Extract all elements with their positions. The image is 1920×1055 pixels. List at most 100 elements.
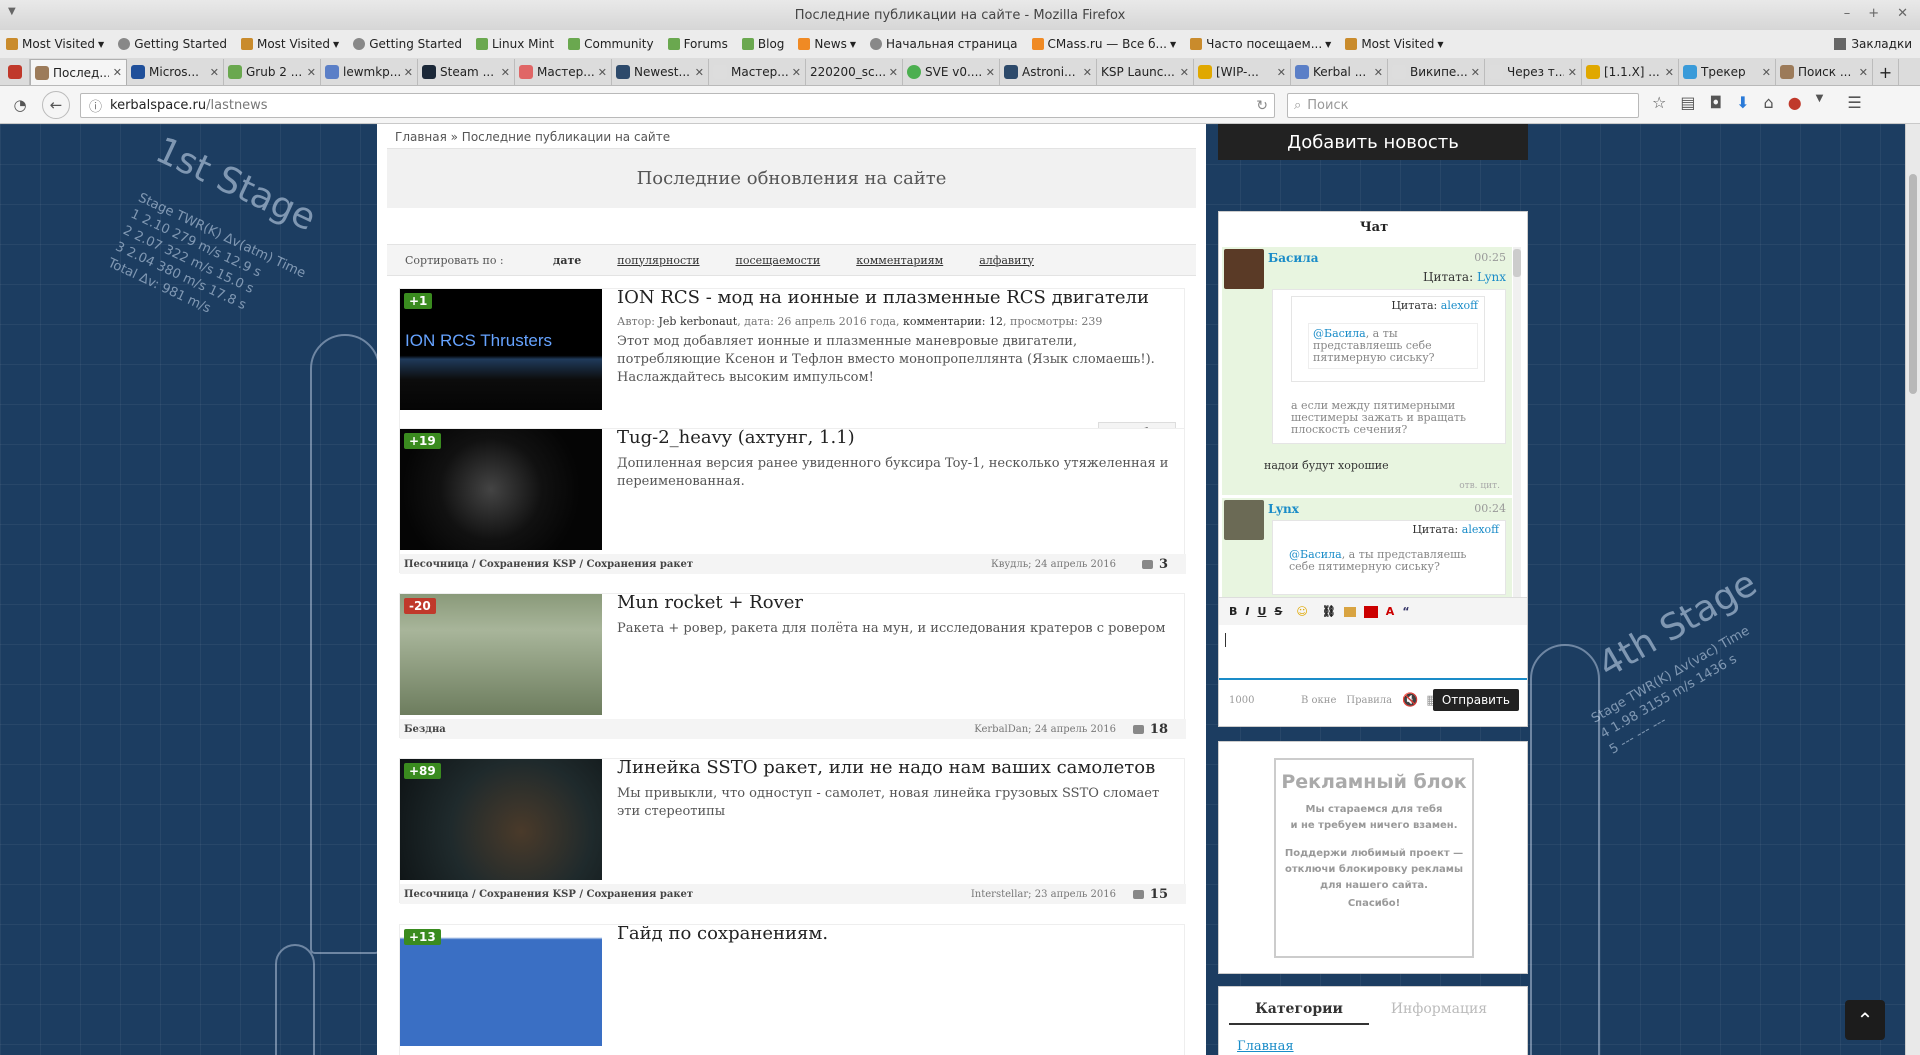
close-tab-icon[interactable]: ✕ bbox=[210, 66, 219, 79]
close-tab-icon[interactable]: ✕ bbox=[307, 66, 316, 79]
link-icon[interactable]: ⛓ bbox=[1322, 605, 1336, 618]
close-tab-icon[interactable]: ✕ bbox=[1471, 66, 1480, 79]
tab-item[interactable]: KSP Launc... ✕ bbox=[1097, 59, 1194, 85]
comment-count[interactable]: 3 bbox=[1141, 557, 1168, 572]
close-tab-icon[interactable]: ✕ bbox=[1374, 66, 1383, 79]
add-news-button[interactable]: Добавить новость bbox=[1218, 124, 1528, 160]
chat-input[interactable] bbox=[1219, 625, 1527, 680]
bookmark-star-icon[interactable]: ☆ bbox=[1652, 93, 1666, 112]
tab-information[interactable]: Информация bbox=[1369, 1001, 1509, 1025]
hamburger-menu-icon[interactable]: ☰ bbox=[1847, 93, 1861, 112]
bold-button[interactable]: B bbox=[1229, 605, 1237, 618]
tab-item[interactable]: SVE v0.... ✕ bbox=[903, 59, 1000, 85]
article-title[interactable]: Tug-2_heavy (ахтунг, 1.1) bbox=[617, 427, 855, 448]
tab-pinned[interactable] bbox=[4, 59, 30, 85]
article-category[interactable]: Песочница / Сохранения KSP / Сохранения … bbox=[404, 559, 693, 570]
close-tab-icon[interactable]: ✕ bbox=[1568, 66, 1577, 79]
adblock-icon[interactable]: ● bbox=[1788, 93, 1802, 112]
tab-categories[interactable]: Категории bbox=[1229, 1001, 1369, 1025]
comment-count[interactable]: 15 bbox=[1132, 887, 1168, 902]
close-tab-icon[interactable]: ✕ bbox=[792, 66, 801, 79]
tab-item[interactable]: Послед... ✕ bbox=[30, 59, 127, 85]
send-button[interactable]: Отправить bbox=[1432, 689, 1519, 711]
sort-by-visits[interactable]: посещаемости bbox=[736, 254, 821, 267]
bookmark-news[interactable]: News ▼ bbox=[798, 37, 856, 51]
bookmark-community[interactable]: Community bbox=[568, 37, 654, 51]
pocket-icon[interactable]: ◘ bbox=[1709, 93, 1722, 112]
article-category[interactable]: Песочница / Сохранения KSP / Сохранения … bbox=[404, 889, 693, 900]
comment-count[interactable]: 18 bbox=[1132, 722, 1168, 737]
close-tab-icon[interactable]: ✕ bbox=[1762, 66, 1771, 79]
maximize-button[interactable]: + bbox=[1868, 6, 1879, 21]
italic-button[interactable]: I bbox=[1245, 605, 1249, 618]
tab-item[interactable]: Через т... ✕ bbox=[1485, 59, 1582, 85]
scroll-to-top-button[interactable]: ⌃ bbox=[1845, 1000, 1885, 1040]
tab-item[interactable]: [WIP-... ✕ bbox=[1194, 59, 1291, 85]
strike-button[interactable]: S bbox=[1274, 605, 1282, 618]
chat-nick[interactable]: Lynx bbox=[1268, 502, 1299, 516]
tab-item[interactable]: Википе... ✕ bbox=[1388, 59, 1485, 85]
close-tab-icon[interactable]: ✕ bbox=[1277, 66, 1286, 79]
bookmark-most-visited[interactable]: Most Visited ▼ bbox=[6, 37, 104, 51]
search-input[interactable]: ⌕ Поиск bbox=[1287, 93, 1639, 118]
bookmark-forums[interactable]: Forums bbox=[667, 37, 728, 51]
sort-by-popularity[interactable]: популярности bbox=[617, 254, 699, 267]
tab-item[interactable]: Grub 2 ... ✕ bbox=[224, 59, 321, 85]
tab-item[interactable]: Kerbal ... ✕ bbox=[1291, 59, 1388, 85]
bookmark-getting-started-2[interactable]: Getting Started bbox=[353, 37, 462, 51]
in-window-link[interactable]: В окне bbox=[1301, 695, 1336, 706]
tab-item[interactable]: 220200_sc... ✕ bbox=[806, 59, 903, 85]
history-icon[interactable]: ◔ bbox=[6, 91, 34, 119]
tab-item[interactable]: Поиск ... ✕ bbox=[1776, 59, 1873, 85]
youtube-icon[interactable] bbox=[1363, 605, 1378, 618]
tab-item[interactable]: Micros... ✕ bbox=[127, 59, 224, 85]
info-icon[interactable]: ⓘ bbox=[89, 96, 102, 115]
close-tab-icon[interactable]: ✕ bbox=[1083, 66, 1092, 79]
close-tab-icon[interactable]: ✕ bbox=[1665, 66, 1674, 79]
bookmark-linux-mint[interactable]: Linux Mint bbox=[475, 37, 554, 51]
menu-dropdown-icon[interactable]: ▼ bbox=[1816, 93, 1824, 112]
new-tab-button[interactable]: + bbox=[1873, 59, 1899, 85]
close-tab-icon[interactable]: ✕ bbox=[1180, 66, 1189, 79]
tab-item[interactable]: Мастер... ✕ bbox=[709, 59, 806, 85]
close-button[interactable]: ✕ bbox=[1897, 6, 1908, 21]
underline-button[interactable]: U bbox=[1257, 605, 1266, 618]
bookmark-frequent[interactable]: Часто посещаем... ▼ bbox=[1190, 37, 1331, 51]
tab-item[interactable]: Мастер... ✕ bbox=[515, 59, 612, 85]
bookmark-getting-started[interactable]: Getting Started bbox=[118, 37, 227, 51]
article-title[interactable]: Гайд по сохранениям. bbox=[617, 923, 828, 944]
image-icon[interactable] bbox=[1343, 606, 1356, 617]
article-category[interactable]: Бездна bbox=[404, 724, 446, 735]
bookmark-cmass[interactable]: CMass.ru — Все б... ▼ bbox=[1031, 37, 1176, 51]
bookmark-start-page[interactable]: Начальная страница bbox=[870, 37, 1018, 51]
sound-off-icon[interactable]: 🔇 bbox=[1402, 693, 1418, 708]
article-title[interactable]: Линейка SSTO ракет, или не надо нам ваши… bbox=[617, 757, 1155, 778]
tab-item[interactable]: Astroni... ✕ bbox=[1000, 59, 1097, 85]
bookmark-blog[interactable]: Blog bbox=[741, 37, 784, 51]
reload-icon[interactable]: ↻ bbox=[1256, 98, 1268, 114]
window-menu-icon[interactable]: ▼ bbox=[8, 6, 16, 17]
avatar[interactable] bbox=[1224, 500, 1264, 540]
bookmark-most-visited-3[interactable]: Most Visited ▼ bbox=[1345, 37, 1444, 51]
minimize-button[interactable]: – bbox=[1844, 6, 1851, 21]
tab-item[interactable]: lewmkp... ✕ bbox=[321, 59, 418, 85]
sort-by-date[interactable]: дате bbox=[553, 254, 581, 267]
quote-icon[interactable]: “ bbox=[1402, 605, 1409, 618]
tab-item[interactable]: Steam ... ✕ bbox=[418, 59, 515, 85]
category-link-main[interactable]: Главная bbox=[1237, 1039, 1294, 1054]
rules-link[interactable]: Правила bbox=[1346, 695, 1392, 706]
close-tab-icon[interactable]: ✕ bbox=[1859, 66, 1868, 79]
close-tab-icon[interactable]: ✕ bbox=[598, 66, 607, 79]
chat-nick[interactable]: Басила bbox=[1268, 251, 1318, 265]
article-title[interactable]: Mun rocket + Rover bbox=[617, 592, 803, 613]
sort-by-comments[interactable]: комментариям bbox=[856, 254, 943, 267]
avatar[interactable] bbox=[1224, 249, 1264, 289]
close-tab-icon[interactable]: ✕ bbox=[889, 66, 898, 79]
close-tab-icon[interactable]: ✕ bbox=[695, 66, 704, 79]
tab-item[interactable]: Newest... ✕ bbox=[612, 59, 709, 85]
close-tab-icon[interactable]: ✕ bbox=[404, 66, 413, 79]
page-scrollbar[interactable] bbox=[1905, 124, 1920, 1055]
close-tab-icon[interactable]: ✕ bbox=[113, 66, 122, 79]
smiley-icon[interactable]: ☺ bbox=[1296, 605, 1307, 618]
back-button[interactable]: ← bbox=[42, 90, 70, 119]
